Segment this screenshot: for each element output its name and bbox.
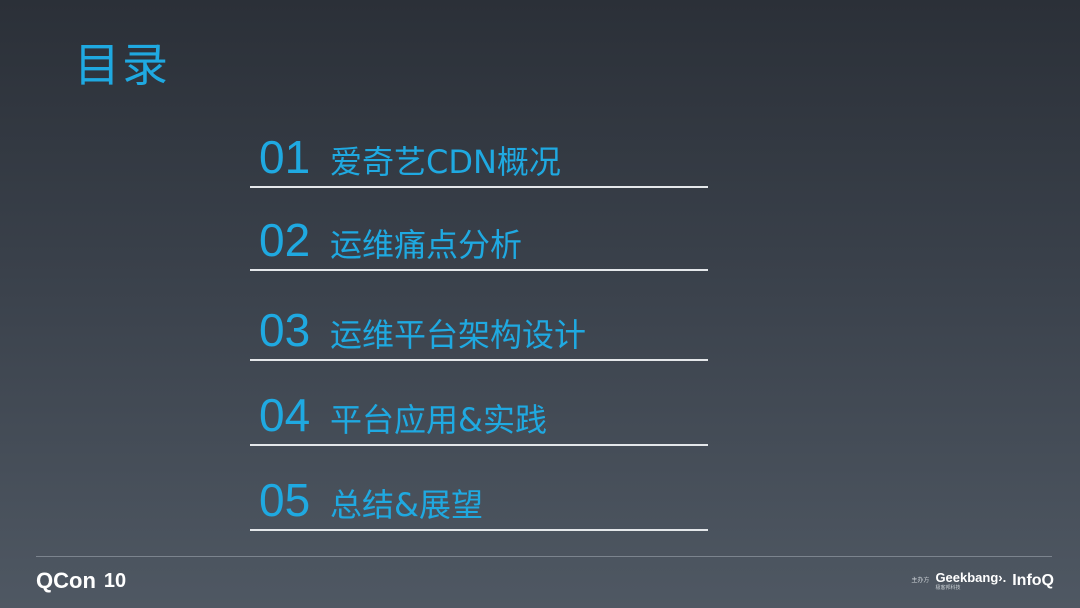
infoq-logo: InfoQ — [1012, 572, 1054, 589]
toc-number: 05 — [259, 474, 311, 526]
toc-label: 爱奇艺CDN概况 — [330, 143, 561, 181]
qcon-logo: QCon 10 — [36, 568, 126, 594]
toc-number: 03 — [259, 304, 311, 356]
sponsor-logos: 主办方 Geekbang›. 极客邦科技 InfoQ — [911, 568, 1054, 594]
toc-label: 平台应用&实践 — [330, 401, 547, 439]
toc-item-01: 01 爱奇艺CDN概况 — [250, 120, 708, 188]
slide: 目录 01 爱奇艺CDN概况 02 运维痛点分析 03 运维平台架构设计 04 … — [0, 0, 1080, 608]
toc-number: 01 — [259, 131, 311, 183]
toc-item-02: 02 运维痛点分析 — [250, 203, 708, 271]
geekbang-logo-text: Geekbang›. — [935, 570, 1007, 585]
slide-title: 目录 — [74, 38, 170, 92]
toc-label: 运维平台架构设计 — [330, 316, 587, 354]
toc-label: 总结&展望 — [330, 486, 483, 524]
toc-item-05: 05 总结&展望 — [250, 463, 708, 531]
toc-label: 运维痛点分析 — [330, 226, 523, 264]
toc-item-04: 04 平台应用&实践 — [250, 378, 708, 446]
toc-number: 04 — [259, 389, 311, 441]
qcon-logo-text: QCon — [36, 568, 96, 593]
geekbang-logo-subtext: 极客邦科技 — [935, 585, 961, 591]
toc-number: 02 — [259, 214, 311, 266]
footer-divider — [36, 556, 1052, 557]
geekbang-logo: Geekbang›. 极客邦科技 — [935, 571, 1006, 591]
qcon-anniversary-mark: 10 — [103, 570, 127, 592]
toc-item-03: 03 运维平台架构设计 — [250, 293, 708, 361]
sponsor-label: 主办方 — [911, 577, 930, 584]
